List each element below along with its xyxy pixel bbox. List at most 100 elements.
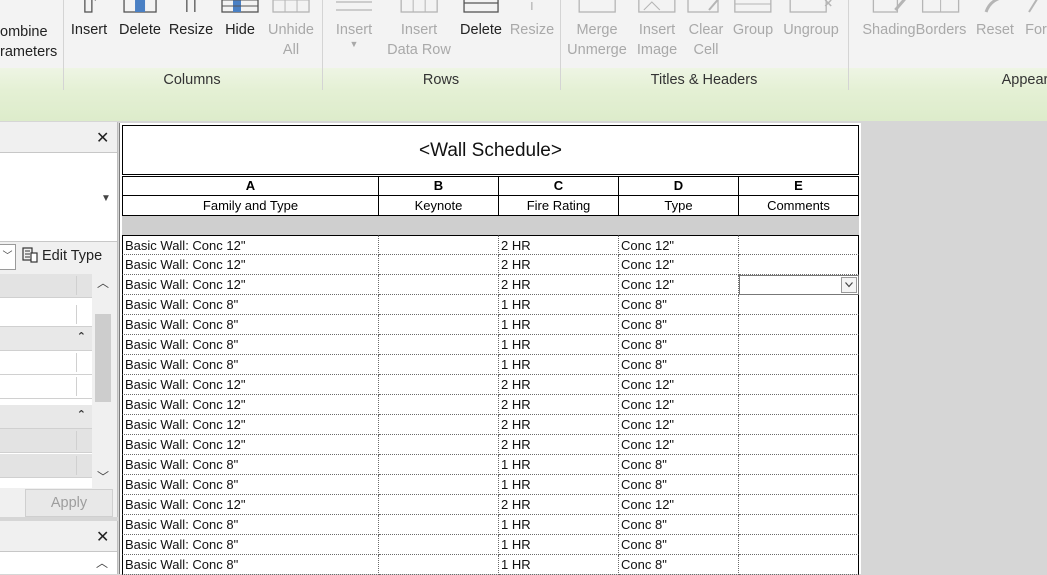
titles-clear-button[interactable]: Clear Cell bbox=[687, 0, 725, 66]
table-cell[interactable]: Basic Wall: Conc 12" bbox=[122, 375, 379, 395]
table-cell[interactable]: Basic Wall: Conc 8" bbox=[122, 355, 379, 375]
instance-filter-dropdown[interactable]: ﹀ bbox=[0, 244, 16, 270]
table-cell[interactable]: Conc 8" bbox=[619, 295, 739, 315]
table-cell[interactable]: Conc 12" bbox=[619, 395, 739, 415]
edit-type-button[interactable]: Edit Type bbox=[22, 244, 102, 268]
table-cell[interactable] bbox=[379, 515, 499, 535]
appearance-reset-button[interactable]: Reset bbox=[976, 0, 1014, 66]
column-letter-e[interactable]: E bbox=[739, 176, 859, 196]
table-cell[interactable]: Basic Wall: Conc 8" bbox=[122, 295, 379, 315]
table-cell[interactable] bbox=[739, 295, 859, 315]
property-row[interactable] bbox=[0, 351, 92, 375]
table-cell[interactable]: 1 HR bbox=[499, 555, 619, 575]
property-row[interactable] bbox=[0, 375, 92, 399]
collapse-chevron-icon[interactable]: ⌃ bbox=[77, 408, 86, 421]
appearance-for-button[interactable]: For bbox=[1025, 0, 1047, 66]
columns-unhide-button[interactable]: Unhide All bbox=[268, 0, 314, 66]
table-cell[interactable]: 2 HR bbox=[499, 375, 619, 395]
close-icon[interactable]: ✕ bbox=[96, 128, 109, 148]
property-value-cell[interactable] bbox=[0, 276, 77, 295]
table-cell[interactable] bbox=[379, 235, 499, 255]
table-cell[interactable] bbox=[379, 355, 499, 375]
apply-button[interactable]: Apply bbox=[25, 489, 113, 517]
table-cell[interactable]: Basic Wall: Conc 8" bbox=[122, 555, 379, 575]
table-cell[interactable]: Basic Wall: Conc 8" bbox=[122, 335, 379, 355]
combine-parameters-label-line1[interactable]: ombine bbox=[0, 22, 48, 42]
table-cell[interactable] bbox=[739, 555, 859, 575]
table-cell[interactable] bbox=[739, 355, 859, 375]
table-cell[interactable]: 2 HR bbox=[499, 395, 619, 415]
table-cell[interactable]: Conc 8" bbox=[619, 335, 739, 355]
column-header[interactable]: Fire Rating bbox=[499, 196, 619, 216]
properties-scrollbar[interactable]: ︿ ﹀ bbox=[93, 274, 113, 488]
table-cell[interactable]: 1 HR bbox=[499, 515, 619, 535]
collapse-chevron-icon[interactable]: ⌃ bbox=[77, 330, 86, 343]
table-cell[interactable]: Conc 8" bbox=[619, 475, 739, 495]
table-cell[interactable]: Basic Wall: Conc 8" bbox=[122, 455, 379, 475]
property-value-cell[interactable] bbox=[0, 377, 77, 396]
table-cell[interactable] bbox=[739, 475, 859, 495]
table-cell[interactable] bbox=[379, 395, 499, 415]
table-cell[interactable] bbox=[379, 335, 499, 355]
table-cell[interactable]: Basic Wall: Conc 12" bbox=[122, 255, 379, 275]
table-cell[interactable]: 1 HR bbox=[499, 535, 619, 555]
table-cell[interactable]: 2 HR bbox=[499, 435, 619, 455]
active-cell-combobox[interactable] bbox=[739, 275, 859, 295]
table-cell[interactable]: Basic Wall: Conc 12" bbox=[122, 395, 379, 415]
table-cell[interactable] bbox=[379, 535, 499, 555]
table-cell[interactable] bbox=[379, 415, 499, 435]
table-cell[interactable] bbox=[739, 515, 859, 535]
type-dropdown-arrow-icon[interactable]: ▼ bbox=[101, 193, 111, 204]
table-cell[interactable] bbox=[379, 315, 499, 335]
property-category-row[interactable]: ⌃ bbox=[0, 405, 92, 429]
table-cell[interactable]: Basic Wall: Conc 12" bbox=[122, 275, 379, 295]
column-header[interactable]: Type bbox=[619, 196, 739, 216]
table-cell[interactable]: 1 HR bbox=[499, 315, 619, 335]
rows-insert-button[interactable]: Insert Data Row bbox=[387, 0, 451, 66]
table-cell[interactable]: Conc 12" bbox=[619, 255, 739, 275]
titles-group-button[interactable]: Group bbox=[733, 0, 773, 66]
close-icon[interactable]: ✕ bbox=[96, 527, 109, 547]
table-cell[interactable] bbox=[379, 455, 499, 475]
columns-insert-button[interactable]: Insert bbox=[71, 0, 107, 66]
scroll-down-icon[interactable]: ﹀ bbox=[93, 468, 113, 486]
dropdown-caret-icon[interactable]: ▼ bbox=[334, 40, 374, 49]
table-cell[interactable]: 2 HR bbox=[499, 495, 619, 515]
table-cell[interactable]: Conc 8" bbox=[619, 355, 739, 375]
column-letter-c[interactable]: C bbox=[499, 176, 619, 196]
property-category-row[interactable]: ⌃ bbox=[0, 327, 92, 351]
table-cell[interactable] bbox=[739, 415, 859, 435]
table-cell[interactable]: Basic Wall: Conc 8" bbox=[122, 475, 379, 495]
appearance-borders-button[interactable]: Borders bbox=[916, 0, 966, 66]
titles-insert-button[interactable]: Insert Image bbox=[637, 0, 677, 66]
table-cell[interactable]: Basic Wall: Conc 12" bbox=[122, 235, 379, 255]
table-cell[interactable]: 1 HR bbox=[499, 355, 619, 375]
table-cell[interactable]: 2 HR bbox=[499, 275, 619, 295]
columns-delete-button[interactable]: Delete bbox=[119, 0, 161, 66]
table-cell[interactable]: Conc 8" bbox=[619, 535, 739, 555]
columns-resize-button[interactable]: Resize bbox=[169, 0, 213, 66]
table-cell[interactable]: 2 HR bbox=[499, 235, 619, 255]
table-cell[interactable]: 1 HR bbox=[499, 455, 619, 475]
table-cell[interactable]: 1 HR bbox=[499, 295, 619, 315]
property-value-cell[interactable] bbox=[0, 456, 77, 475]
table-cell[interactable] bbox=[739, 235, 859, 255]
column-header[interactable]: Keynote bbox=[379, 196, 499, 216]
property-row[interactable] bbox=[0, 274, 92, 298]
property-row[interactable] bbox=[0, 429, 92, 453]
titles-merge-button[interactable]: Merge Unmerge bbox=[567, 0, 627, 66]
table-cell[interactable]: Conc 8" bbox=[619, 515, 739, 535]
property-value-cell[interactable] bbox=[0, 431, 77, 450]
table-cell[interactable]: Basic Wall: Conc 12" bbox=[122, 435, 379, 455]
column-letter-a[interactable]: A bbox=[122, 176, 379, 196]
table-cell[interactable]: Conc 8" bbox=[619, 555, 739, 575]
table-cell[interactable]: Conc 12" bbox=[619, 435, 739, 455]
appearance-shading-button[interactable]: Shading bbox=[862, 0, 916, 66]
scroll-up-icon[interactable]: ︿ bbox=[96, 554, 108, 571]
table-cell[interactable] bbox=[739, 395, 859, 415]
table-cell[interactable]: Conc 12" bbox=[619, 495, 739, 515]
property-row[interactable] bbox=[0, 454, 92, 478]
table-cell[interactable]: Basic Wall: Conc 12" bbox=[122, 495, 379, 515]
table-cell[interactable] bbox=[739, 535, 859, 555]
property-value-cell[interactable] bbox=[0, 305, 77, 324]
